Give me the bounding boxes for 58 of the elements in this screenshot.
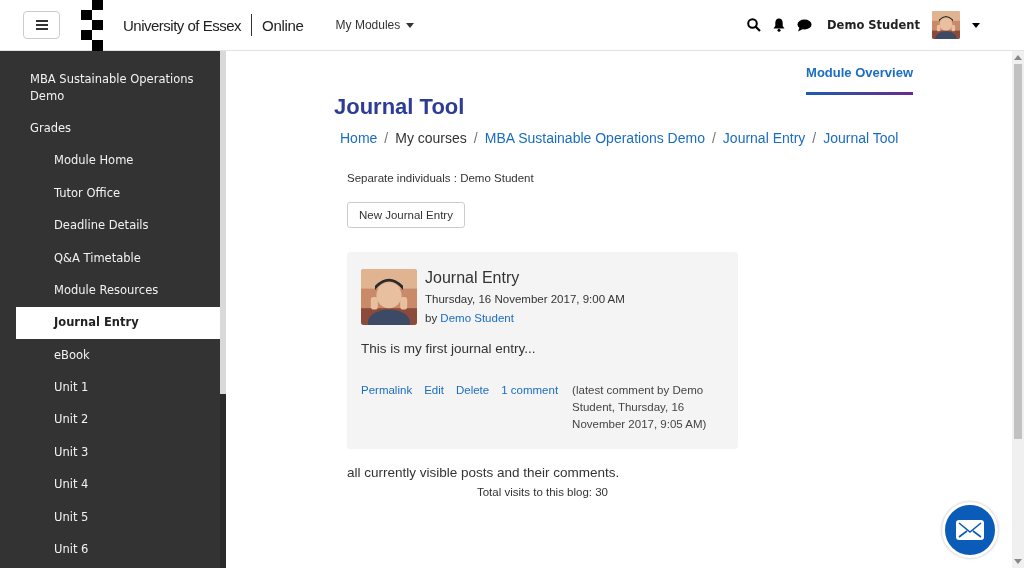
scrollbar-thumb[interactable]: [1014, 64, 1022, 439]
bell-icon[interactable]: [773, 18, 786, 32]
logo-icon: [81, 0, 103, 51]
action-link[interactable]: 1 comment: [501, 382, 559, 399]
sidebar-item[interactable]: MBA Sustainable Operations Demo: [0, 63, 220, 113]
visit-count: Total visits to this blog: 30: [475, 486, 609, 498]
posts-note: all currently visible posts and their comments.: [347, 465, 621, 480]
sidebar-item[interactable]: Module Home: [16, 144, 220, 178]
sidebar-item[interactable]: Unit 1: [16, 371, 220, 404]
message-button[interactable]: [942, 502, 998, 558]
by-label: by: [425, 312, 438, 324]
entry-title: Journal Entry: [425, 268, 521, 287]
group-info: Separate individuals : Demo Student: [347, 172, 535, 184]
menu-icon: [35, 20, 48, 30]
action-link[interactable]: Permalink: [361, 382, 413, 399]
brand-name[interactable]: University of Essex: [123, 16, 242, 34]
breadcrumb-link[interactable]: Journal Tool: [823, 130, 899, 146]
scroll-down-icon[interactable]: [1014, 559, 1022, 564]
user-name[interactable]: Demo Student: [827, 18, 920, 32]
breadcrumb-separator: /: [473, 130, 478, 146]
sidebar-item[interactable]: eBook: [16, 339, 220, 372]
breadcrumb-separator: /: [384, 130, 389, 146]
sidebar-item[interactable]: Unit 2: [16, 403, 220, 437]
sidebar-item[interactable]: Unit 6: [16, 533, 220, 566]
sidebar-item[interactable]: Module Resources: [16, 274, 220, 307]
entry-text: This is my first journal entry...: [361, 341, 537, 356]
breadcrumb-link[interactable]: Journal Entry: [722, 130, 806, 146]
new-entry-button[interactable]: New Journal Entry: [347, 202, 465, 228]
latest-comment-info: (latest comment by Demo Student, Thursday, 16 November 2017, 9:05 AM): [572, 383, 708, 432]
my-modules-menu[interactable]: My Modules: [335, 18, 415, 32]
sidebar-item[interactable]: Q&A Timetable: [16, 241, 220, 275]
caret-icon[interactable]: [972, 22, 980, 28]
breadcrumb-link[interactable]: Home: [340, 130, 378, 146]
entry-date: Thursday, 16 November 2017, 9:00 AM: [425, 293, 625, 305]
sidebar-item[interactable]: Unit 5: [16, 500, 220, 534]
sidebar-item[interactable]: Unit 4: [16, 468, 220, 501]
chat-icon[interactable]: [797, 18, 813, 32]
breadcrumb-separator: /: [711, 130, 716, 146]
module-overview-tab[interactable]: Module Overview: [806, 65, 913, 95]
breadcrumb-item: My courses: [395, 130, 467, 146]
sidebar-item[interactable]: Tutor Office: [16, 177, 220, 210]
breadcrumb-separator: /: [812, 130, 817, 146]
caret-icon: [406, 22, 415, 28]
action-link[interactable]: Edit: [424, 382, 444, 399]
scrollbar-thumb[interactable]: [220, 51, 226, 394]
sidebar-item[interactable]: Grades: [0, 112, 220, 145]
action-link[interactable]: Delete: [455, 382, 490, 399]
scroll-up-icon[interactable]: [1014, 55, 1022, 60]
brand-suffix[interactable]: Online: [262, 16, 304, 34]
menu-button[interactable]: [23, 11, 60, 39]
breadcrumb-link[interactable]: MBA Sustainable Operations Demo: [484, 130, 705, 146]
sidebar-item[interactable]: Deadline Details: [16, 209, 220, 242]
search-icon[interactable]: [747, 18, 762, 32]
sidebar-item[interactable]: Journal Entry: [16, 306, 220, 339]
sidebar-item[interactable]: Unit 3: [16, 436, 220, 469]
author-link[interactable]: Demo Student: [440, 312, 514, 324]
envelope-icon: [956, 520, 984, 540]
page-title: Journal Tool: [334, 94, 466, 120]
